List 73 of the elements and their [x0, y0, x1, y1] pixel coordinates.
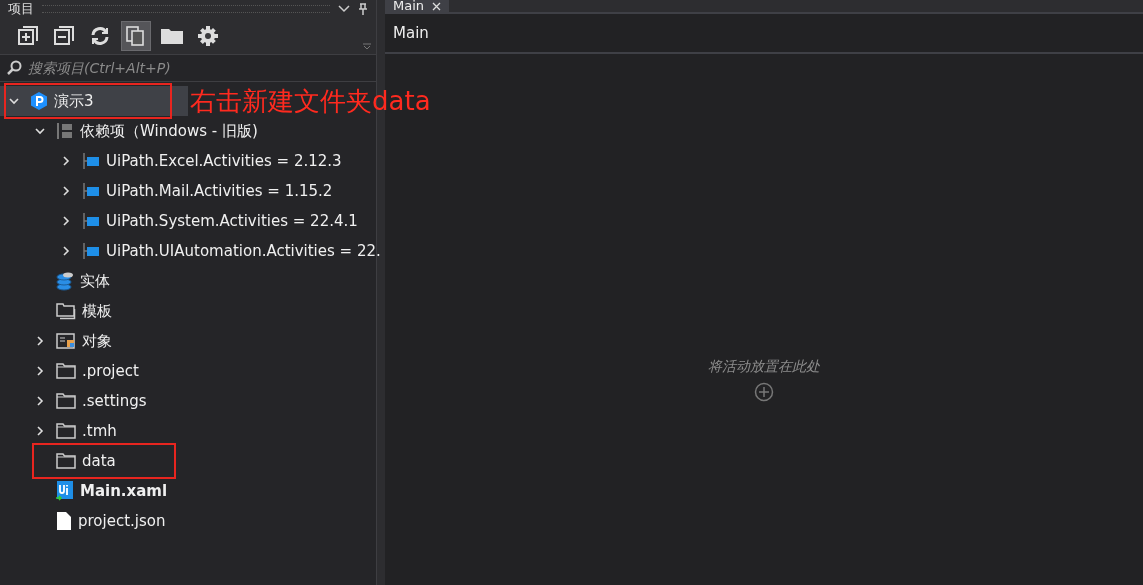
- chevron-right-icon[interactable]: [60, 155, 72, 167]
- tree-item[interactable]: 模板: [0, 296, 376, 326]
- item-label: 依赖项（Windows - 旧版): [80, 121, 258, 141]
- folder-icon: [160, 26, 184, 46]
- hierarchy-icon: [56, 122, 74, 140]
- tree-item[interactable]: Main.xaml: [0, 476, 376, 506]
- editor-tab[interactable]: Main: [385, 0, 450, 12]
- package-icon: [82, 182, 100, 200]
- item-label: 演示3: [54, 91, 94, 111]
- item-label: .settings: [82, 392, 147, 410]
- tree-item[interactable]: 对象: [0, 326, 376, 356]
- chevron-right-icon[interactable]: [34, 425, 46, 437]
- chevron-down-icon[interactable]: [34, 125, 46, 137]
- folder-icon: [56, 363, 76, 379]
- pin-icon[interactable]: [358, 3, 368, 15]
- panel-title: 项目: [8, 0, 34, 18]
- chevron-right-icon[interactable]: [34, 395, 46, 407]
- item-label: Main.xaml: [80, 482, 168, 500]
- folder-icon: [56, 453, 76, 469]
- tree-item[interactable]: .project: [0, 356, 376, 386]
- p-logo-icon: [30, 92, 48, 110]
- item-label: UiPath.Mail.Activities = 1.15.2: [106, 182, 333, 200]
- overflow-icon[interactable]: [362, 42, 372, 52]
- tree-item[interactable]: .tmh: [0, 416, 376, 446]
- item-label: project.json: [78, 512, 166, 530]
- chevron-right-icon[interactable]: [34, 365, 46, 377]
- drop-hint: 将活动放置在此处: [708, 357, 820, 376]
- breadcrumb: Main: [385, 12, 1143, 54]
- tree-item[interactable]: .settings: [0, 386, 376, 416]
- copy-icon: [125, 25, 147, 47]
- package-icon: [82, 212, 100, 230]
- database-icon: [56, 271, 74, 291]
- item-label: 模板: [82, 301, 112, 321]
- collapse-all-icon: [53, 25, 75, 47]
- chevron-right-icon[interactable]: [60, 215, 72, 227]
- package-icon: [82, 242, 100, 260]
- tree-item[interactable]: UiPath.Excel.Activities = 2.12.3: [0, 146, 376, 176]
- annotation-note: 右击新建文件夹data: [190, 85, 431, 118]
- object-repository-icon: [56, 332, 76, 350]
- chevron-right-icon[interactable]: [60, 185, 72, 197]
- chevron-down-icon[interactable]: [8, 95, 20, 107]
- item-label: UiPath.UIAutomation.Activities = 22.: [106, 242, 381, 260]
- chevron-right-icon[interactable]: [60, 245, 72, 257]
- stacked-folder-icon: [56, 303, 76, 320]
- tree-item[interactable]: data: [0, 446, 376, 476]
- tree-item[interactable]: 实体: [0, 266, 376, 296]
- tree-item[interactable]: 演示3: [0, 86, 188, 116]
- item-label: .tmh: [82, 422, 117, 440]
- add-circle-icon[interactable]: [754, 381, 774, 402]
- item-label: UiPath.System.Activities = 22.4.1: [106, 212, 358, 230]
- search-icon: [6, 60, 22, 76]
- folder-icon: [56, 393, 76, 409]
- item-label: 对象: [82, 331, 112, 351]
- drag-grip[interactable]: [42, 5, 330, 13]
- chevron-down-icon[interactable]: [338, 5, 350, 13]
- package-icon: [82, 152, 100, 170]
- search-field[interactable]: 搜索项目(Ctrl+Alt+P): [28, 60, 370, 76]
- close-icon[interactable]: [432, 1, 442, 11]
- item-label: 实体: [80, 271, 110, 291]
- tree-item[interactable]: project.json: [0, 506, 376, 536]
- folder-icon: [56, 423, 76, 439]
- workflow-file-icon: [56, 481, 74, 501]
- file-icon: [56, 511, 72, 531]
- refresh-icon: [89, 25, 111, 47]
- tree-item[interactable]: UiPath.Mail.Activities = 1.15.2: [0, 176, 376, 206]
- chevron-right-icon[interactable]: [34, 335, 46, 347]
- expand-all-icon: [17, 25, 39, 47]
- tree-item[interactable]: 依赖项（Windows - 旧版): [0, 116, 376, 146]
- item-label: UiPath.Excel.Activities = 2.12.3: [106, 152, 342, 170]
- settings-icon: [197, 25, 219, 47]
- item-label: data: [82, 452, 116, 470]
- item-label: .project: [82, 362, 139, 380]
- tree-item[interactable]: UiPath.System.Activities = 22.4.1: [0, 206, 376, 236]
